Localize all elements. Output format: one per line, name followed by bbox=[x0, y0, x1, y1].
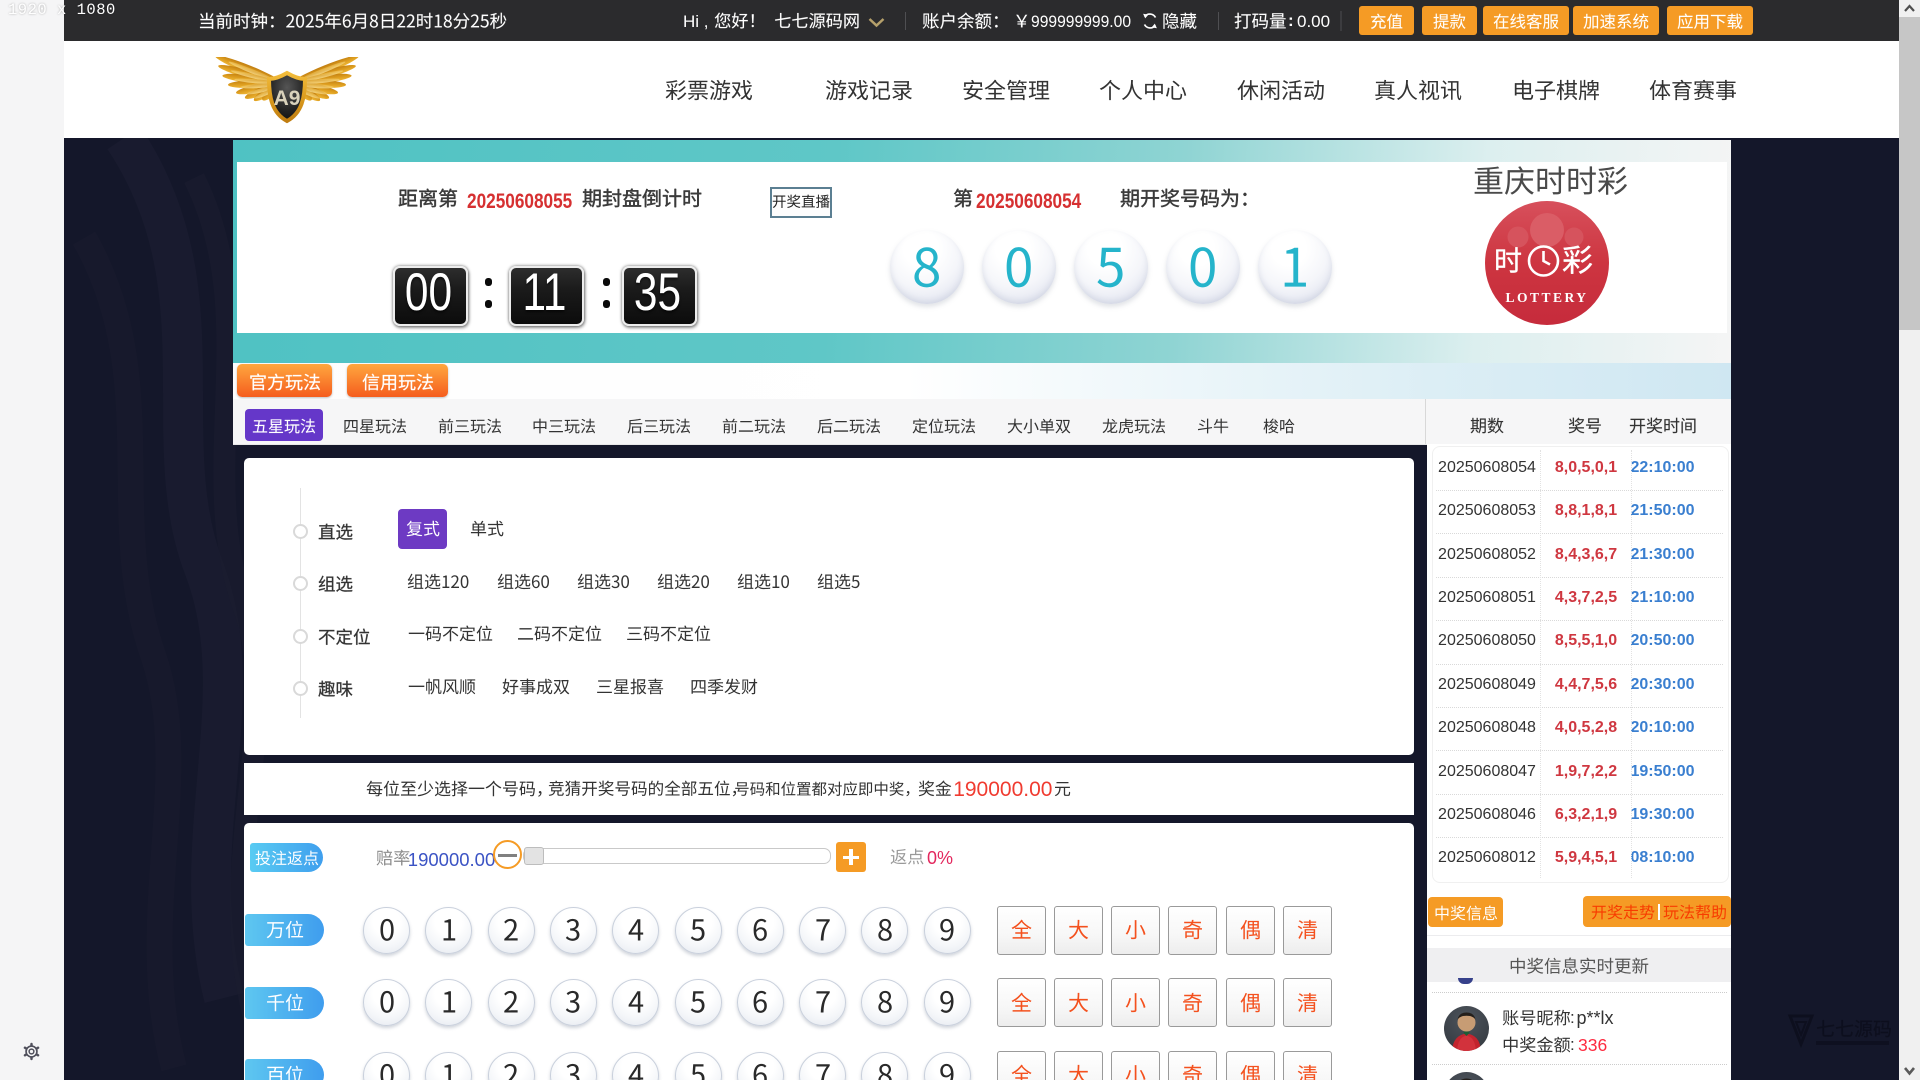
svg-text:A9: A9 bbox=[274, 87, 301, 110]
